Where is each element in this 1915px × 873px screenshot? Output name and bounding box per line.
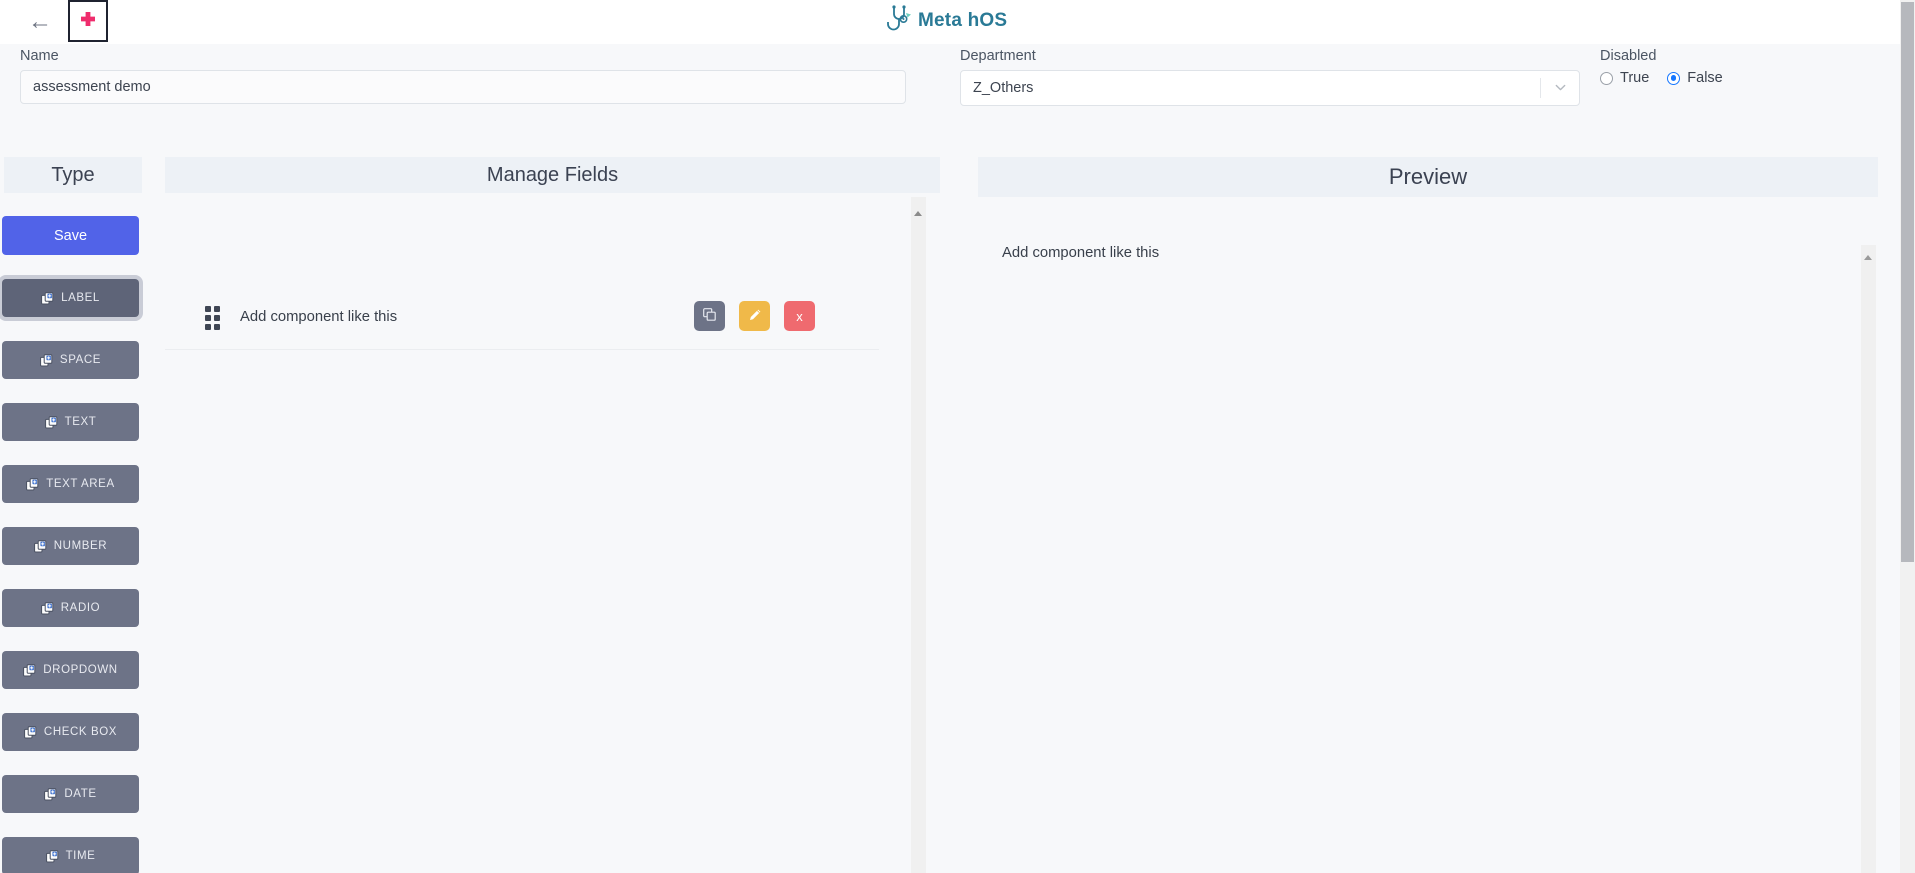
sidebar-item-check-box-text: CHECK BOX [43,726,118,738]
top-bar: ← Meta hOS [0,0,1915,44]
sidebar-item-check-box[interactable]: CHECK BOX [2,713,139,751]
preview-panel: Add component like this [978,197,1878,873]
add-component-icon [33,539,47,553]
sidebar-item-dropdown-text: DROPDOWN [43,664,118,676]
select-separator [1540,78,1541,98]
save-button-label: Save [53,227,88,244]
name-label: Name [20,48,59,64]
department-field-group: Department Z_Others [960,48,1580,106]
add-component-icon [40,601,54,615]
stethoscope-icon [887,5,911,31]
preview-panel-header: Preview [978,157,1878,197]
drag-dot [214,306,220,312]
scroll-up-arrow-icon[interactable] [1864,255,1872,260]
manage-fields-title: Manage Fields [486,163,619,186]
back-arrow-icon[interactable]: ← [26,8,54,36]
sidebar-item-label[interactable]: LABEL [2,279,139,317]
sidebar-item-text-text: TEXT [64,416,97,428]
radio-false-label: False [1687,70,1723,86]
edit-button[interactable] [739,301,770,331]
manage-fields-panel: Add component like this x [165,197,940,873]
chevron-down-icon[interactable] [1554,81,1567,94]
component-label: Add component like this [240,309,398,325]
type-panel-title: Type [51,163,95,186]
red-cross-logo[interactable] [68,0,108,42]
drag-dot [205,306,211,312]
drag-dot [214,315,220,321]
page-scrollbar[interactable] [1900,0,1915,873]
radio-true-label: True [1620,70,1650,86]
drag-dot [205,324,211,330]
disabled-label: Disabled [1600,48,1657,64]
sidebar-item-number[interactable]: NUMBER [2,527,139,565]
sidebar-item-date[interactable]: DATE [2,775,139,813]
department-label: Department [960,48,1036,64]
page-scroll-thumb[interactable] [1901,2,1914,562]
cross-icon [81,12,95,26]
name-input[interactable] [20,70,906,104]
disabled-radio-group: True False [1600,70,1723,86]
sidebar-item-text-area[interactable]: TEXT AREA [2,465,139,503]
sidebar-item-dropdown[interactable]: DROPDOWN [2,651,139,689]
add-component-icon [44,787,57,801]
radio-true[interactable]: True [1600,70,1649,86]
sidebar-item-space-text: SPACE [59,354,102,366]
sidebar-item-label-text: LABEL [61,292,100,304]
duplicate-button[interactable] [694,301,725,331]
sidebar-item-number-text: NUMBER [53,540,108,552]
row-action-buttons: x [694,301,815,331]
form-header-strip: Name Department Z_Others Disabled True F… [0,44,1915,128]
radio-true-dot[interactable] [1600,71,1613,85]
brand-name: Meta hOS [918,10,1008,31]
drag-dot [205,315,211,321]
radio-false[interactable]: False [1667,70,1723,86]
preview-item-label: Add component like this [1002,245,1160,261]
preview-title: Preview [1388,164,1468,189]
sidebar-item-date-text: DATE [64,788,97,800]
preview-scrollbar[interactable] [1861,245,1876,873]
drag-dot [214,324,220,330]
sidebar-item-text-area-text: TEXT AREA [46,478,115,490]
drag-handle-icon[interactable] [205,306,221,330]
add-component-icon [23,663,36,677]
add-component-icon [24,725,37,739]
department-value: Z_Others [973,80,1034,96]
sidebar-item-time-text: TIME [65,850,96,862]
manage-fields-scrollbar[interactable] [911,197,926,873]
row-divider [165,349,879,350]
sidebar-item-radio[interactable]: RADIO [2,589,139,627]
name-field-group: Name [20,48,906,104]
disabled-field-group: Disabled True False [1600,48,1723,86]
brand-logo: Meta hOS [886,4,1007,38]
sidebar-item-radio-text: RADIO [60,602,101,614]
type-sidebar: Save LABEL SPACE TEXT TEXT AREA NUMBER R… [2,216,144,873]
sidebar-item-text[interactable]: TEXT [2,403,139,441]
add-component-icon [41,291,54,305]
add-component-icon [40,353,53,367]
table-row[interactable]: Add component like this x [165,287,879,349]
add-component-icon [44,415,58,429]
save-button[interactable]: Save [2,216,139,255]
add-component-icon [26,477,39,491]
type-panel-header: Type [4,157,142,193]
copy-icon [703,308,716,324]
radio-false-dot[interactable] [1667,71,1681,85]
add-component-icon [45,849,59,863]
department-select[interactable]: Z_Others [960,70,1580,106]
scroll-up-arrow-icon[interactable] [914,211,922,216]
manage-fields-panel-header: Manage Fields [165,157,940,193]
sidebar-item-space[interactable]: SPACE [2,341,139,379]
close-icon: x [796,308,803,324]
sidebar-item-time[interactable]: TIME [2,837,139,873]
delete-button[interactable]: x [784,301,815,331]
pencil-icon [748,308,762,325]
